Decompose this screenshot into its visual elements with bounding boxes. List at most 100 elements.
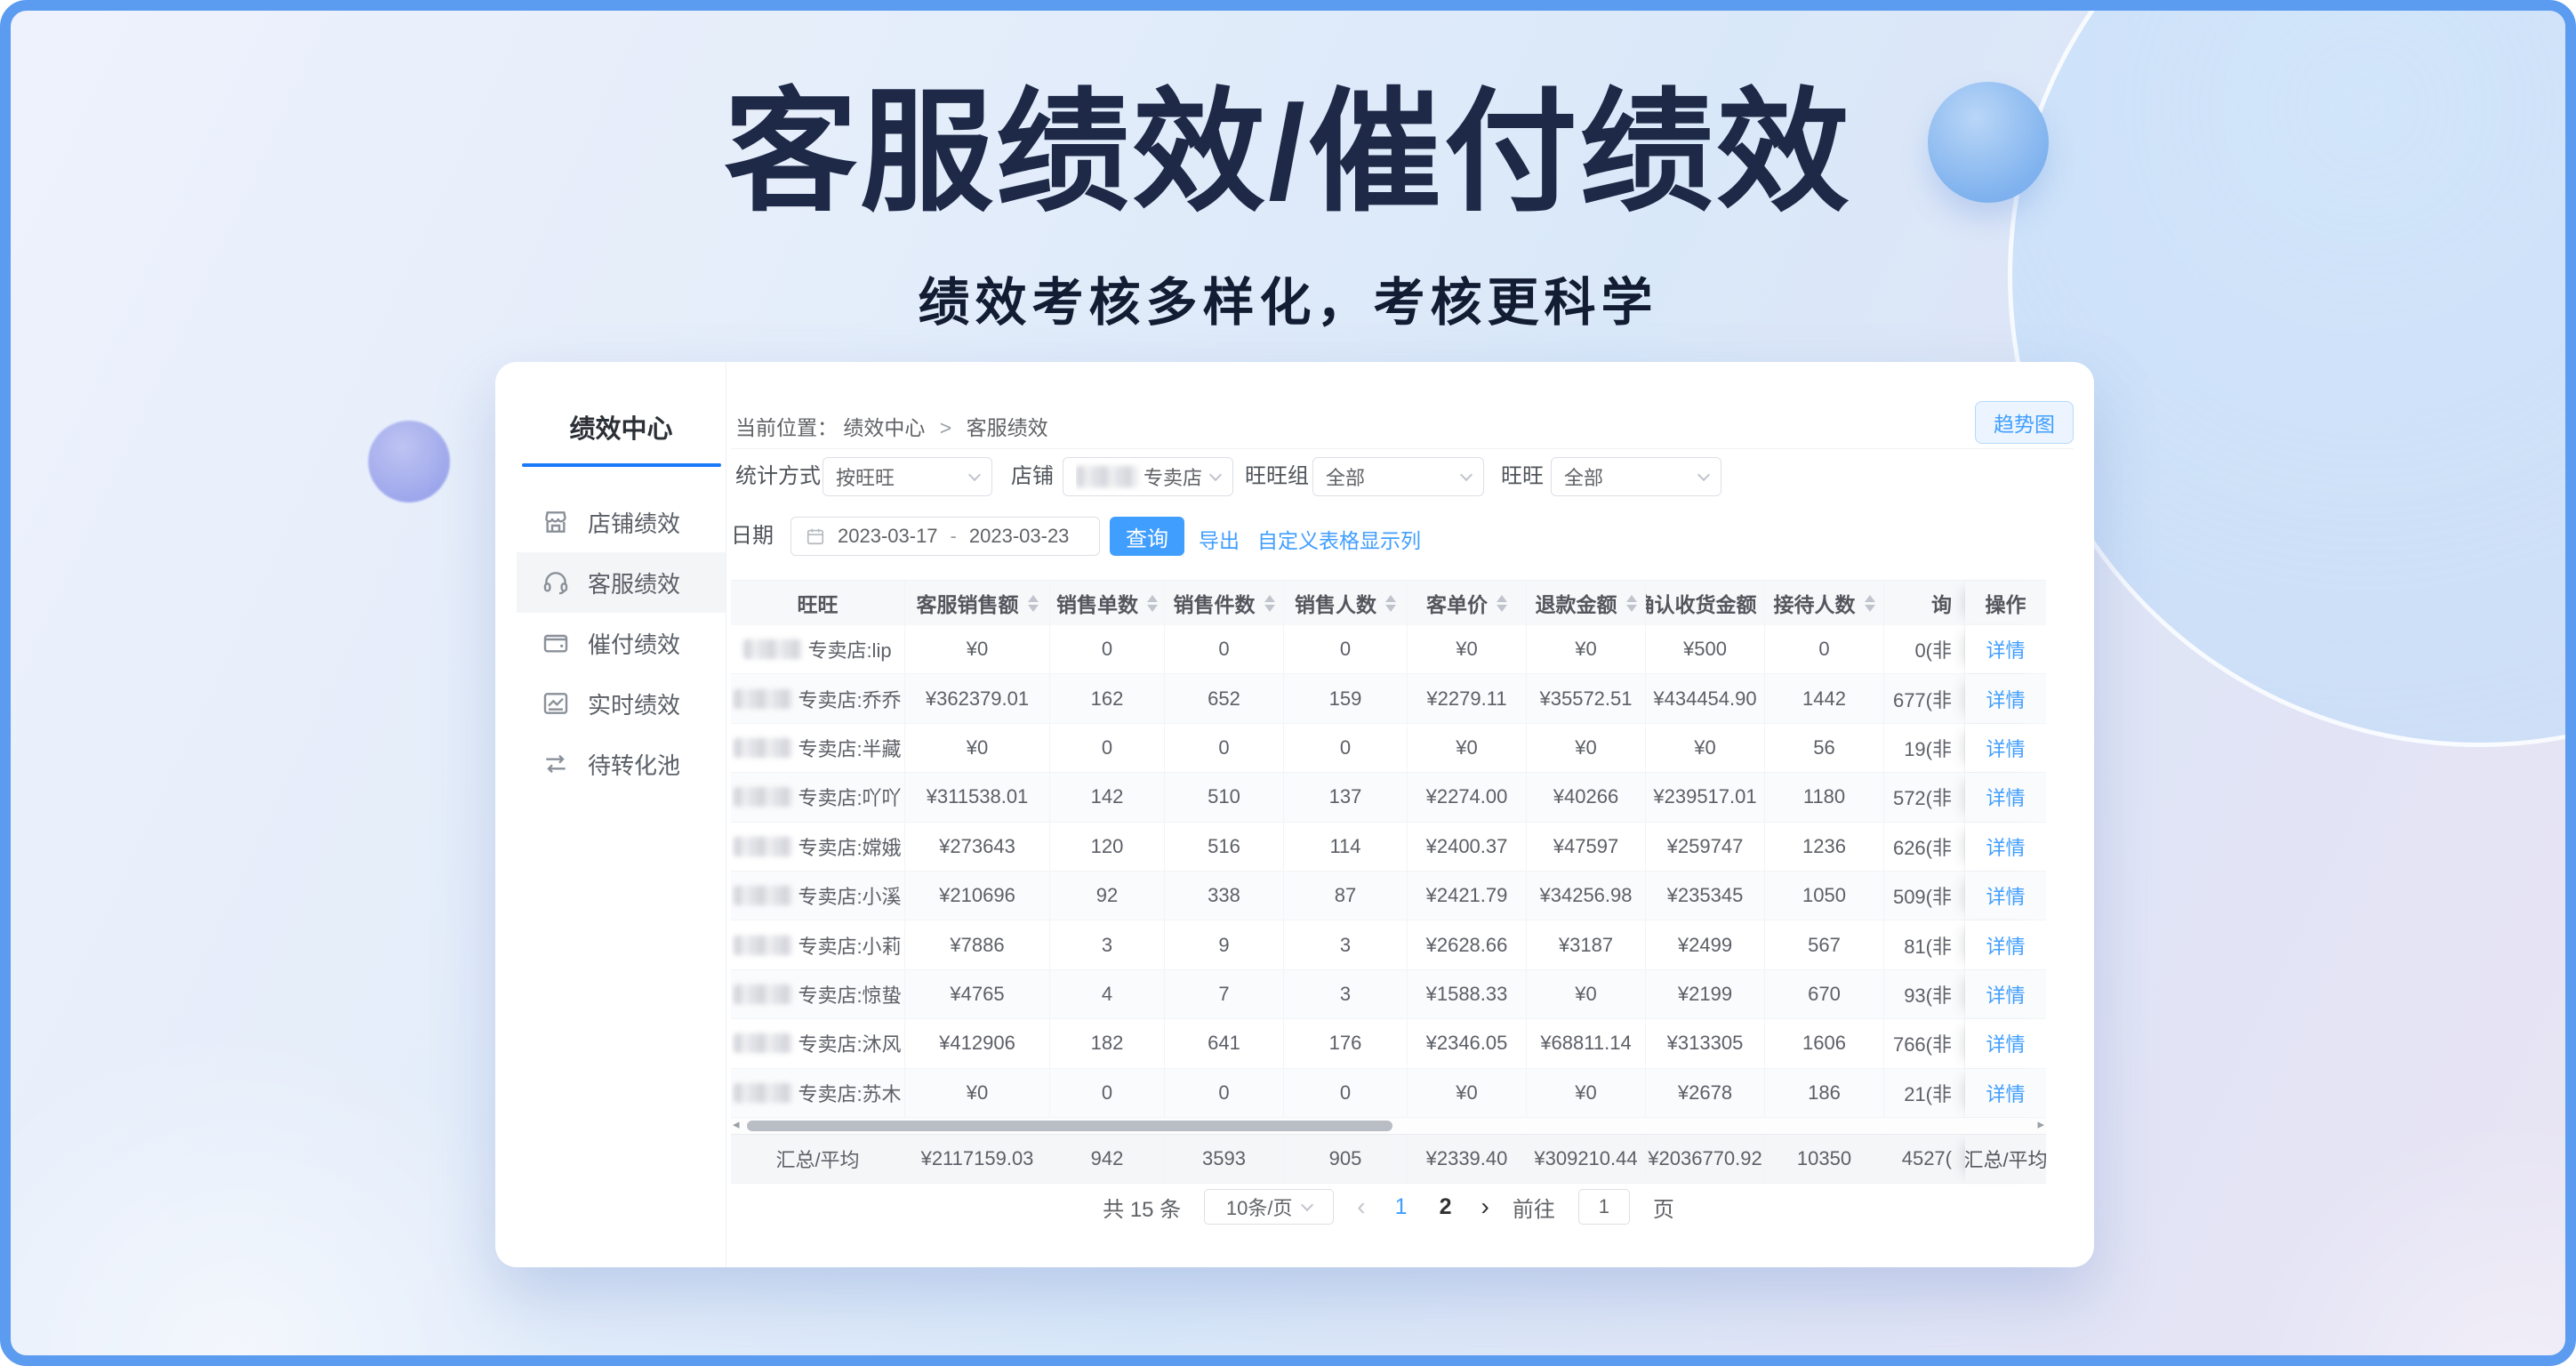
sort-icon[interactable]	[1497, 595, 1507, 612]
detail-link[interactable]: 详情	[1986, 931, 2025, 960]
cell: 0	[1765, 625, 1884, 673]
column-header-接待人数[interactable]: 接待人数	[1765, 581, 1884, 625]
cell: 0	[1050, 1069, 1165, 1117]
column-label: 旺旺	[798, 588, 839, 618]
wangwang-name-cell: 专卖店:小莉	[731, 920, 905, 968]
sort-icon[interactable]	[1264, 595, 1275, 612]
detail-link[interactable]: 详情	[1986, 1029, 2025, 1057]
column-header-确认收货金额[interactable]: 确认收货金额	[1646, 581, 1765, 625]
scrollbar-thumb[interactable]	[747, 1121, 1392, 1131]
sidebar-item-3[interactable]: 实时绩效	[517, 673, 726, 734]
search-button[interactable]: 查询	[1110, 517, 1184, 556]
cell: ¥0	[1527, 625, 1646, 673]
cell: 114	[1284, 823, 1408, 871]
horizontal-scrollbar[interactable]: ◂ ▸	[731, 1118, 2046, 1134]
cell: 21(非	[1884, 1069, 1965, 1117]
column-header-销售单数[interactable]: 销售单数	[1050, 581, 1165, 625]
pagination: 共 15 条 10条/页 ‹ 12 › 前往 页	[731, 1189, 2046, 1225]
wangwang-name-cell: 专卖店:乔乔	[731, 674, 905, 722]
cell: ¥4765	[905, 970, 1050, 1018]
filter-select-3[interactable]: 全部	[1551, 457, 1721, 496]
customize-columns-link[interactable]: 自定义表格显示列	[1257, 524, 1421, 554]
cell: ¥0	[1527, 724, 1646, 772]
column-header-客单价[interactable]: 客单价	[1408, 581, 1527, 625]
cell: ¥0	[1408, 1069, 1527, 1117]
action-cell: 详情	[1965, 773, 2046, 821]
sidebar-item-4[interactable]: 待转化池	[517, 734, 726, 794]
column-header-退款金额[interactable]: 退款金额	[1527, 581, 1646, 625]
filter-select-0[interactable]: 按旺旺	[823, 457, 992, 496]
pagination-total: 共 15 条	[1103, 1192, 1181, 1223]
detail-link[interactable]: 详情	[1986, 832, 2025, 861]
sidebar-item-0[interactable]: 店铺绩效	[517, 492, 726, 552]
sort-icon[interactable]	[1626, 595, 1637, 612]
detail-link[interactable]: 详情	[1986, 881, 2025, 910]
cell: 3	[1284, 920, 1408, 968]
wangwang-name: 专卖店:小莉	[798, 931, 901, 960]
cell: ¥210696	[905, 872, 1050, 920]
detail-link[interactable]: 详情	[1986, 980, 2025, 1008]
sidebar-item-1[interactable]: 客服绩效	[517, 552, 726, 613]
cell: ¥0	[1527, 970, 1646, 1018]
page-size-select[interactable]: 10条/页	[1204, 1189, 1334, 1225]
sidebar-item-2[interactable]: 催付绩效	[517, 613, 726, 673]
filter-select-1[interactable]: 专卖店	[1063, 457, 1233, 496]
next-page-button[interactable]: ›	[1481, 1189, 1489, 1225]
goto-suffix: 页	[1653, 1192, 1674, 1223]
date-filter-label: 日期	[731, 517, 774, 556]
table-row-0: 专卖店:lip¥0000¥0¥0¥50000(非详情	[731, 625, 2046, 674]
scrollbar-right-arrow-icon[interactable]: ▸	[2037, 1117, 2044, 1133]
column-header-销售人数[interactable]: 销售人数	[1284, 581, 1408, 625]
summary-action-cell: 汇总/平均	[1965, 1135, 2046, 1183]
cell: 93(非	[1884, 970, 1965, 1018]
table-header-row: 旺旺客服销售额销售单数销售件数销售人数客单价退款金额确认收货金额接待人数询操作	[731, 581, 2046, 625]
cell: ¥2346.05	[1408, 1019, 1527, 1067]
detail-link[interactable]: 详情	[1986, 734, 2025, 762]
table-row-4: 专卖店:嫦娥¥273643120516114¥2400.37¥47597¥259…	[731, 823, 2046, 872]
column-label: 操作	[1986, 588, 2026, 618]
cell: 0	[1284, 625, 1408, 673]
redacted-text	[734, 837, 792, 856]
calendar-icon	[806, 526, 825, 546]
breadcrumb-prefix: 当前位置：	[735, 416, 838, 439]
cell: 7	[1165, 970, 1284, 1018]
goto-page-input[interactable]	[1578, 1189, 1630, 1225]
cell: 1606	[1765, 1019, 1884, 1067]
column-header-客服销售额[interactable]: 客服销售额	[905, 581, 1050, 625]
cell: 0	[1284, 724, 1408, 772]
cell: 677(非	[1884, 674, 1965, 722]
wangwang-name: 专卖店:半藏	[798, 734, 901, 762]
redacted-text	[734, 1033, 792, 1053]
detail-link[interactable]: 详情	[1986, 635, 2025, 663]
date-start: 2023-03-17	[838, 525, 938, 548]
action-cell: 详情	[1965, 823, 2046, 871]
page-number-2[interactable]: 2	[1433, 1194, 1458, 1220]
prev-page-button[interactable]: ‹	[1357, 1189, 1365, 1225]
trend-chart-button[interactable]: 趋势图	[1975, 401, 2074, 444]
filter-select-2[interactable]: 全部	[1312, 457, 1484, 496]
detail-link[interactable]: 详情	[1986, 783, 2025, 811]
detail-link[interactable]: 详情	[1986, 1079, 2025, 1107]
column-header-销售件数[interactable]: 销售件数	[1165, 581, 1284, 625]
wangwang-name-cell: 专卖店:嫦娥	[731, 823, 905, 871]
cell: 1050	[1765, 872, 1884, 920]
scrollbar-left-arrow-icon[interactable]: ◂	[733, 1117, 740, 1133]
column-header-旺旺: 旺旺	[731, 581, 905, 625]
detail-link[interactable]: 详情	[1986, 685, 2025, 713]
sort-icon[interactable]	[1385, 595, 1396, 612]
table-body: 专卖店:lip¥0000¥0¥0¥50000(非详情专卖店:乔乔¥362379.…	[731, 625, 2046, 1118]
action-cell: 详情	[1965, 1069, 2046, 1117]
wangwang-name-cell: 专卖店:小溪	[731, 872, 905, 920]
sidebar-item-label: 实时绩效	[588, 687, 680, 720]
sort-icon[interactable]	[1028, 595, 1039, 612]
page-number-1[interactable]: 1	[1389, 1194, 1414, 1220]
sort-icon[interactable]	[1147, 595, 1158, 612]
date-range-input[interactable]: 2023-03-17 - 2023-03-23	[790, 517, 1100, 556]
select-value: 专卖店	[1144, 462, 1202, 491]
breadcrumb-root[interactable]: 绩效中心	[843, 416, 925, 439]
export-link[interactable]: 导出	[1199, 524, 1240, 554]
sort-icon[interactable]	[1865, 595, 1875, 612]
date-end: 2023-03-23	[969, 525, 1070, 548]
action-cell: 详情	[1965, 970, 2046, 1018]
cell: ¥2279.11	[1408, 674, 1527, 722]
